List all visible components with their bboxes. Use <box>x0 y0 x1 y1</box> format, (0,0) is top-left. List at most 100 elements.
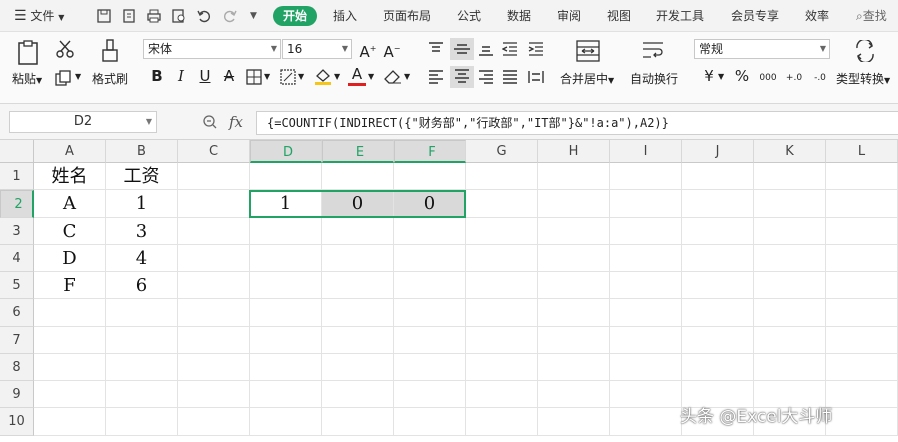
tab-data[interactable]: 数据 <box>507 7 531 25</box>
chevron-down-icon[interactable]: ▼ <box>404 72 410 81</box>
align-middle-icon[interactable] <box>450 38 474 60</box>
select-all-corner[interactable] <box>0 140 34 163</box>
column-header-d[interactable]: D <box>250 140 322 163</box>
type-convert-icon[interactable] <box>854 40 876 62</box>
cell-h1[interactable] <box>538 163 610 190</box>
cell-b4[interactable]: 4 <box>106 245 178 272</box>
cell-l9[interactable] <box>826 381 898 408</box>
paste-button[interactable]: 粘贴▼ <box>12 70 42 87</box>
cell-d6[interactable] <box>250 299 322 327</box>
cell-i9[interactable] <box>610 381 682 408</box>
cell-d9[interactable] <box>250 381 322 408</box>
cell-b1[interactable]: 工资 <box>106 163 178 190</box>
row-header-8[interactable]: 8 <box>0 354 34 381</box>
cell-d7[interactable] <box>250 327 322 354</box>
row-header-4[interactable]: 4 <box>0 245 34 272</box>
cell-c3[interactable] <box>178 218 250 245</box>
cell-h6[interactable] <box>538 299 610 327</box>
wrap-text-icon[interactable] <box>641 40 665 62</box>
cell-k2[interactable] <box>754 190 826 218</box>
cell-g1[interactable] <box>466 163 538 190</box>
cell-b6[interactable] <box>106 299 178 327</box>
export-pdf-icon[interactable] <box>121 8 137 24</box>
cell-g5[interactable] <box>466 272 538 299</box>
cell-e1[interactable] <box>322 163 394 190</box>
cell-j5[interactable] <box>682 272 754 299</box>
cell-i8[interactable] <box>610 354 682 381</box>
cell-j4[interactable] <box>682 245 754 272</box>
cell-a4[interactable]: D <box>34 245 106 272</box>
paste-icon[interactable] <box>16 40 40 66</box>
tab-insert[interactable]: 插入 <box>333 7 357 25</box>
cell-e5[interactable] <box>322 272 394 299</box>
chevron-down-icon[interactable]: ▼ <box>718 72 724 81</box>
cell-f5[interactable] <box>394 272 466 299</box>
column-header-g[interactable]: G <box>466 140 538 163</box>
cell-g7[interactable] <box>466 327 538 354</box>
cell-e4[interactable] <box>322 245 394 272</box>
cell-k8[interactable] <box>754 354 826 381</box>
print-icon[interactable] <box>146 8 162 24</box>
column-header-a[interactable]: A <box>34 140 106 163</box>
fill-color-icon[interactable] <box>314 68 332 86</box>
cell-g9[interactable] <box>466 381 538 408</box>
cell-e9[interactable] <box>322 381 394 408</box>
cell-l8[interactable] <box>826 354 898 381</box>
cell-c6[interactable] <box>178 299 250 327</box>
column-header-j[interactable]: J <box>682 140 754 163</box>
distributed-align-icon[interactable] <box>528 70 544 84</box>
cell-g10[interactable] <box>466 408 538 436</box>
font-color-button[interactable]: A <box>348 64 366 86</box>
cell-h8[interactable] <box>538 354 610 381</box>
cell-d5[interactable] <box>250 272 322 299</box>
wrap-text-button[interactable]: 自动换行 <box>630 70 678 87</box>
cell-h10[interactable] <box>538 408 610 436</box>
cell-b8[interactable] <box>106 354 178 381</box>
cell-i1[interactable] <box>610 163 682 190</box>
align-right-icon[interactable] <box>478 70 494 84</box>
font-name-select[interactable]: 宋体 ▼ <box>143 39 281 59</box>
cell-c2[interactable] <box>178 190 250 218</box>
cell-a2[interactable]: A <box>34 190 106 218</box>
cell-l6[interactable] <box>826 299 898 327</box>
cell-d3[interactable] <box>250 218 322 245</box>
font-size-select[interactable]: 16 ▼ <box>282 39 352 59</box>
row-header-10[interactable]: 10 <box>0 408 34 436</box>
cell-d4[interactable] <box>250 245 322 272</box>
cell-f9[interactable] <box>394 381 466 408</box>
cell-c1[interactable] <box>178 163 250 190</box>
column-header-c[interactable]: C <box>178 140 250 163</box>
column-header-l[interactable]: L <box>826 140 898 163</box>
increase-indent-icon[interactable] <box>528 42 544 56</box>
cell-a8[interactable] <box>34 354 106 381</box>
cell-f8[interactable] <box>394 354 466 381</box>
type-convert-button[interactable]: 类型转换▼ <box>836 70 890 87</box>
thousands-separator-button[interactable]: 000 <box>757 68 779 88</box>
cell-b5[interactable]: 6 <box>106 272 178 299</box>
chevron-down-icon[interactable]: ▼ <box>264 72 270 81</box>
cell-f2[interactable]: 0 <box>394 190 466 218</box>
search-box[interactable]: ⌕查找 <box>856 7 887 25</box>
row-header-7[interactable]: 7 <box>0 327 34 354</box>
cell-a3[interactable]: C <box>34 218 106 245</box>
cell-f1[interactable] <box>394 163 466 190</box>
cell-k4[interactable] <box>754 245 826 272</box>
cell-e7[interactable] <box>322 327 394 354</box>
cell-j7[interactable] <box>682 327 754 354</box>
percent-button[interactable]: % <box>733 66 751 86</box>
cell-l1[interactable] <box>826 163 898 190</box>
cell-f3[interactable] <box>394 218 466 245</box>
cell-a9[interactable] <box>34 381 106 408</box>
cell-g6[interactable] <box>466 299 538 327</box>
number-format-select[interactable]: 常规 ▼ <box>694 39 830 59</box>
align-left-icon[interactable] <box>428 70 444 84</box>
cell-h9[interactable] <box>538 381 610 408</box>
cell-e6[interactable] <box>322 299 394 327</box>
cell-e3[interactable] <box>322 218 394 245</box>
redo-icon[interactable] <box>222 8 238 24</box>
cell-j6[interactable] <box>682 299 754 327</box>
borders-icon[interactable] <box>246 69 262 85</box>
cell-c5[interactable] <box>178 272 250 299</box>
align-center-icon[interactable] <box>450 66 474 88</box>
tab-view[interactable]: 视图 <box>607 7 631 25</box>
